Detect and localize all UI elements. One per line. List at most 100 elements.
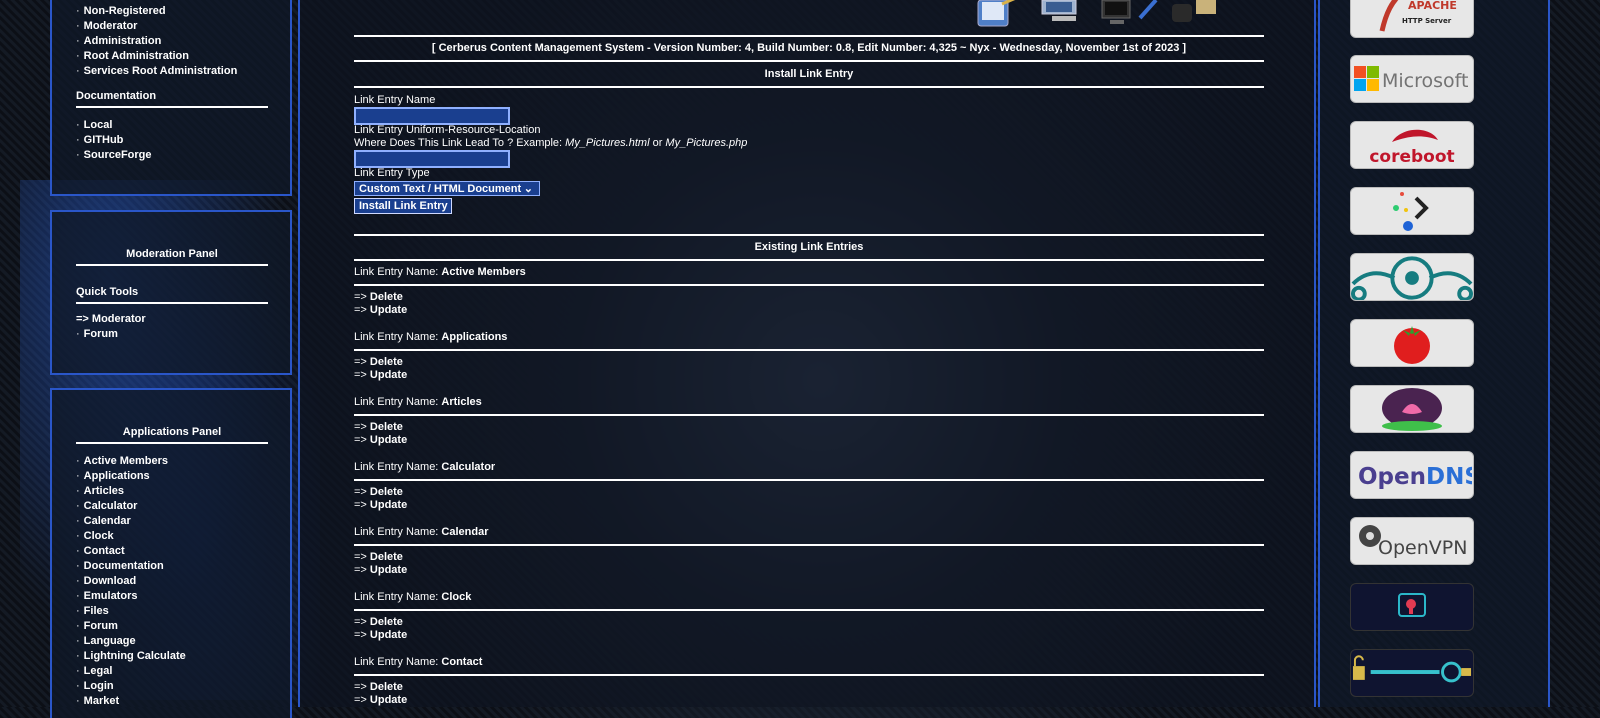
app-link-label: Documentation [83,560,164,572]
update-link[interactable]: => Update [354,564,407,576]
app-link[interactable]: · Articles [76,484,268,499]
app-link[interactable]: · Forum [76,619,268,634]
delete-link[interactable]: => Delete [354,681,403,693]
computer-icon[interactable] [1100,0,1160,26]
quick-tools-title: Quick Tools [76,286,139,298]
doc-github-link[interactable]: · GITHub [76,133,268,148]
arrow-text: => [354,564,370,576]
app-link[interactable]: · Calculator [76,499,268,514]
link-entry-name: Articles [441,396,482,408]
update-link[interactable]: => Update [354,694,407,706]
delete-link[interactable]: => Delete [354,551,403,563]
divider [354,86,1264,88]
bullet: · [76,455,80,467]
link-entry-type-value: Custom Text / HTML Document [359,183,522,195]
documentation-list: · Local · GITHub · SourceForge [76,118,268,163]
bullet: · [76,500,80,512]
app-link-label: Lightning Calculate [83,650,186,662]
dots-arrow-icon [1393,192,1429,231]
update-link[interactable]: => Update [354,499,407,511]
url-hint-example-php: My_Pictures.php [665,137,748,149]
opendns-dns: DNS [1426,464,1472,490]
microsoft-logo[interactable]: Microsoft [1350,55,1474,103]
update-link[interactable]: => Update [354,434,407,446]
delete-link[interactable]: => Delete [354,486,403,498]
nav-administration[interactable]: · Administration [76,34,268,49]
app-link[interactable]: · Login [76,679,268,694]
lineageos-logo[interactable] [1350,253,1474,301]
moderation-header: Moderation Panel [76,248,268,266]
update-link[interactable]: => Update [354,369,407,381]
delete-link[interactable]: => Delete [354,356,403,368]
app-link[interactable]: · Files [76,604,268,619]
bullet: · [76,605,80,617]
bullet: · [76,470,80,482]
divider [354,674,1264,676]
doc-sourceforge-link[interactable]: · SourceForge [76,148,268,163]
arrow-text: => [354,694,370,706]
paint-app-icon[interactable] [972,0,1022,28]
security-key-logo[interactable] [1350,583,1474,631]
app-link[interactable]: · Clock [76,529,268,544]
bullet: · [76,545,80,557]
link-entry-name-label: Link Entry Name [354,94,436,106]
tomato-logo[interactable] [1350,319,1474,367]
delete-label: Delete [369,291,403,303]
bullet: · [76,530,80,542]
app-link[interactable]: · Applications [76,469,268,484]
app-link[interactable]: · Lightning Calculate [76,649,268,664]
delete-label: Delete [369,681,403,693]
app-link[interactable]: · Download [76,574,268,589]
divider [76,442,268,444]
apache-logo[interactable]: APACHE HTTP Server [1350,0,1474,38]
bullet: · [76,485,80,497]
link-entry-row: Link Entry Name: Calculator [354,461,495,473]
link-entry-name: Active Members [441,266,526,278]
update-link[interactable]: => Update [354,629,407,641]
link-entry-label: Link Entry Name: [354,526,442,538]
nav-root-administration[interactable]: · Root Administration [76,49,268,64]
app-link[interactable]: · Language [76,634,268,649]
lotus-logo[interactable] [1350,385,1474,433]
link-entry-type-select[interactable]: Custom Text / HTML Document ⌄ [354,181,540,196]
app-link[interactable]: · Legal [76,664,268,679]
app-link-label: Files [83,605,109,617]
main-content: [ Cerberus Content Management System - V… [298,0,1316,707]
arrow-text: => [354,304,370,316]
app-link[interactable]: · Documentation [76,559,268,574]
delete-link[interactable]: => Delete [354,291,403,303]
delete-link[interactable]: => Delete [354,421,403,433]
app-link[interactable]: · Active Members [76,454,268,469]
nav-non-registered[interactable]: · Non-Registered [76,4,268,19]
coreboot-logo[interactable]: coreboot [1350,121,1474,169]
lock-key-logo[interactable] [1350,649,1474,697]
applications-header: Applications Panel [76,426,268,444]
app-link[interactable]: · Calendar [76,514,268,529]
link-entry-row: Link Entry Name: Applications [354,331,507,343]
coreboot-icon: coreboot [1369,129,1455,167]
openvpn-logo[interactable]: OpenVPN [1350,517,1474,565]
app-link[interactable]: · Contact [76,544,268,559]
link-entry-name-input[interactable] [354,107,510,125]
opendns-logo[interactable]: OpenDNS [1350,451,1474,499]
applications-panel-title: Applications Panel [122,426,222,438]
quick-tools-header: Quick Tools [76,286,268,304]
moderator-tool-link[interactable]: => Moderator [76,312,268,327]
arrow-text: => [354,291,370,303]
link-entry-url-input[interactable] [354,150,510,168]
nav-services-root-administration[interactable]: · Services Root Administration [76,64,268,79]
chevron-down-icon: ⌄ [523,183,533,195]
forum-tool-link[interactable]: · Forum [76,327,268,342]
link-entry-name: Clock [441,591,472,603]
app-link[interactable]: · Emulators [76,589,268,604]
dots-arrow-logo[interactable] [1350,187,1474,235]
nav-moderator[interactable]: · Moderator [76,19,268,34]
bullet: · [76,635,80,647]
update-link[interactable]: => Update [354,304,407,316]
doc-local-link[interactable]: · Local [76,118,268,133]
monitor-icon[interactable] [1038,0,1084,24]
install-link-entry-button[interactable]: Install Link Entry [354,198,452,214]
delete-link[interactable]: => Delete [354,616,403,628]
microsoft-icon: Microsoft [1354,66,1468,92]
lock-icon[interactable] [1170,0,1222,24]
